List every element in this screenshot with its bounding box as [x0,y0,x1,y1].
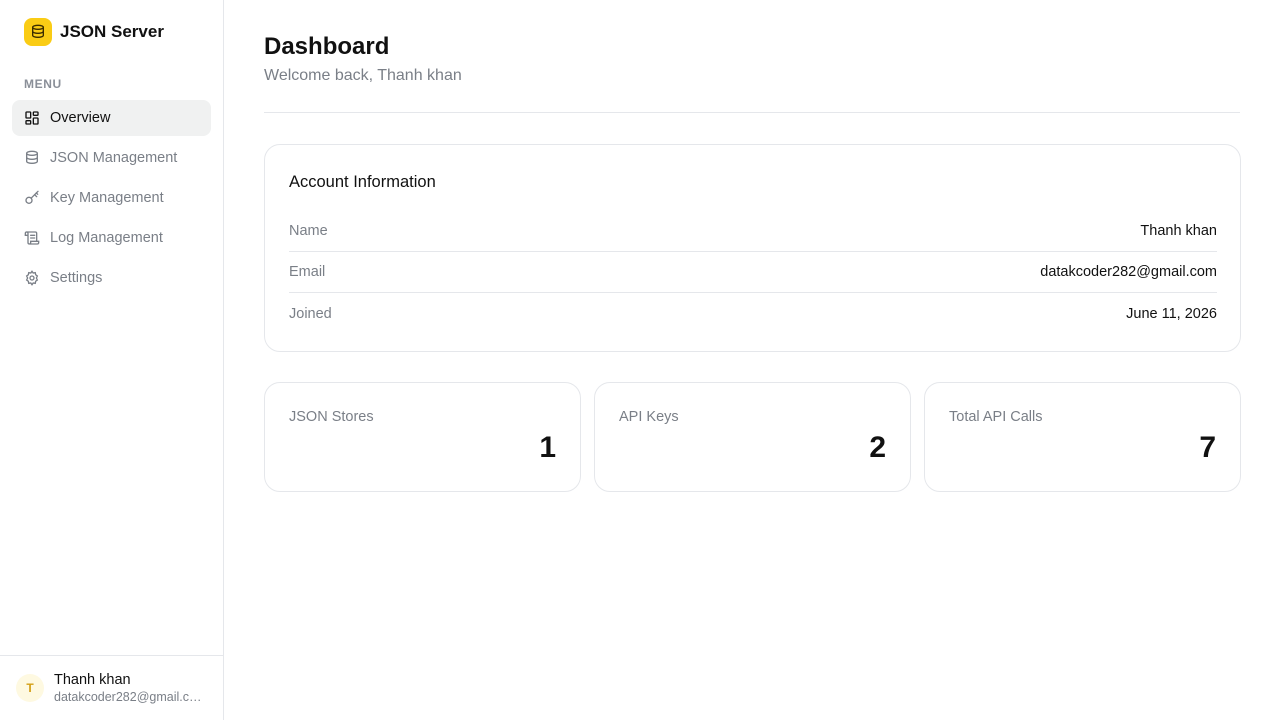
stat-value: 1 [539,431,556,464]
info-row-email: Email datakcoder282@gmail.com [289,252,1217,293]
app-name: JSON Server [60,22,164,41]
sidebar-item-label: Log Management [50,230,163,246]
info-label: Joined [289,305,332,322]
stat-label: Total API Calls [949,409,1043,425]
sidebar: JSON Server MENU Overview JSON Managemen… [0,0,224,720]
card-title: Account Information [289,173,436,191]
user-details: Thanh khan datakcoder282@gmail.com [54,672,204,705]
grid-icon [25,111,39,125]
database-icon [24,18,52,46]
stat-label: JSON Stores [289,409,374,425]
user-profile[interactable]: T Thanh khan datakcoder282@gmail.com [0,655,223,720]
stat-card-total-api-calls: Total API Calls 7 [924,382,1241,492]
user-name: Thanh khan [54,671,131,688]
info-row-name: Name Thanh khan [289,211,1217,252]
info-label: Name [289,223,328,239]
info-value: June 11, 2026 [1126,305,1217,322]
stat-value: 7 [1199,431,1216,464]
sidebar-item-log-management[interactable]: Log Management [12,220,211,256]
sidebar-item-label: Overview [50,110,111,126]
sidebar-item-key-management[interactable]: Key Management [12,180,211,216]
sidebar-item-label: JSON Management [50,150,178,166]
sidebar-item-json-management[interactable]: JSON Management [12,140,211,176]
header-divider [264,112,1240,113]
account-information-card: Account Information Name Thanh khan Emai… [264,144,1241,352]
gear-icon [25,270,39,286]
sidebar-item-settings[interactable]: Settings [12,260,211,296]
stat-label: API Keys [619,409,679,425]
stat-card-json-stores: JSON Stores 1 [264,382,581,492]
info-label: Email [289,264,326,280]
sidebar-item-overview[interactable]: Overview [12,100,211,136]
sidebar-item-label: Settings [50,270,103,286]
menu-section-label: MENU [24,77,62,91]
sidebar-nav: Overview JSON Management Key Management [12,100,211,300]
scroll-icon [24,231,40,245]
avatar: T [16,674,44,702]
user-email: datakcoder282@gmail.com [54,689,204,704]
stat-card-api-keys: API Keys 2 [594,382,911,492]
info-value: Thanh khan [1140,223,1217,239]
sidebar-item-label: Key Management [50,190,164,206]
key-icon [25,190,39,204]
brand[interactable]: JSON Server [24,18,164,46]
page-subtitle: Welcome back, Thanh khan [264,67,462,84]
info-row-joined: Joined June 11, 2026 [289,293,1217,334]
stat-value: 2 [869,431,886,464]
info-value: datakcoder282@gmail.com [1040,264,1217,280]
page-title: Dashboard [264,33,390,60]
database-icon [26,150,38,165]
